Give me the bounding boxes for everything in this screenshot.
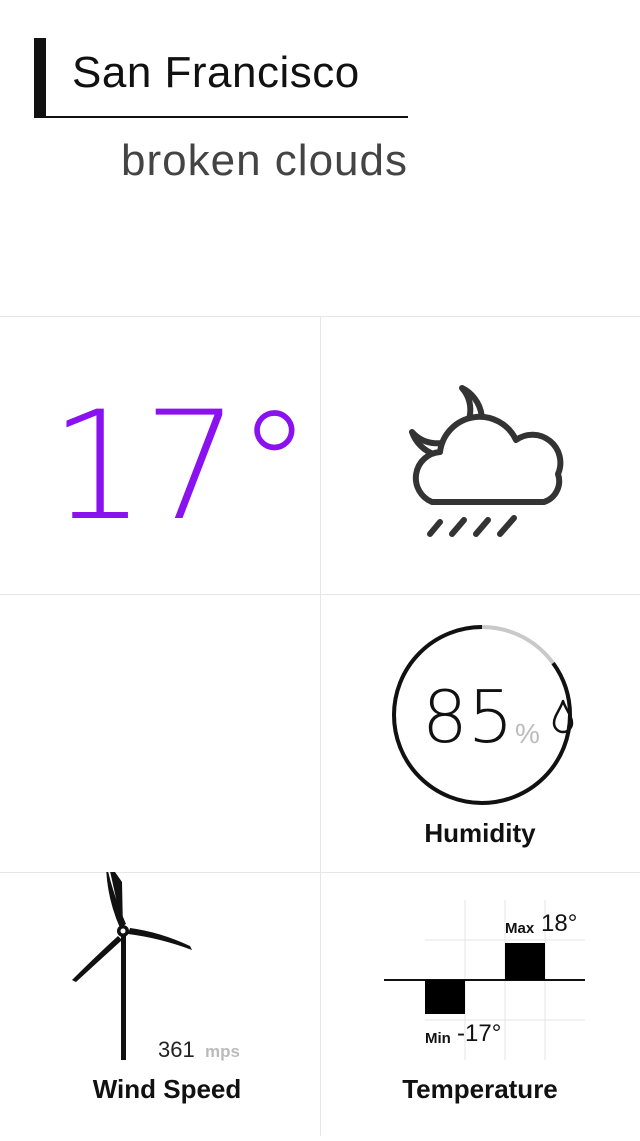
humidity-value: 85 — [422, 675, 514, 759]
city-accent-bar — [34, 38, 46, 118]
min-temperature-value: -17° — [457, 1020, 502, 1047]
wind-speed-value: 361 — [158, 1037, 195, 1062]
wind-speed-unit: mps — [205, 1042, 240, 1061]
max-temperature-label: Max — [505, 920, 535, 937]
humidity-label: Humidity — [424, 818, 536, 848]
wind-speed-label: Wind Speed — [92, 1074, 242, 1104]
weather-icon-cell — [320, 316, 640, 594]
cloud-moon-rain-icon — [409, 385, 564, 537]
city-underline — [34, 116, 408, 118]
max-temperature-value: 18° — [541, 910, 578, 937]
header: San Francisco broken clouds — [0, 0, 640, 316]
temperature-label: Temperature — [402, 1074, 558, 1104]
humidity-unit: % — [515, 718, 540, 749]
water-drop-icon — [552, 699, 574, 734]
min-temperature-block — [425, 980, 465, 1014]
empty-cell — [0, 594, 320, 872]
city-name: San Francisco — [72, 48, 360, 97]
weather-condition: broken clouds — [121, 136, 408, 185]
current-temperature: 17° — [50, 380, 312, 554]
min-temperature-label: Min — [425, 1030, 451, 1047]
max-temperature-block — [505, 943, 545, 980]
